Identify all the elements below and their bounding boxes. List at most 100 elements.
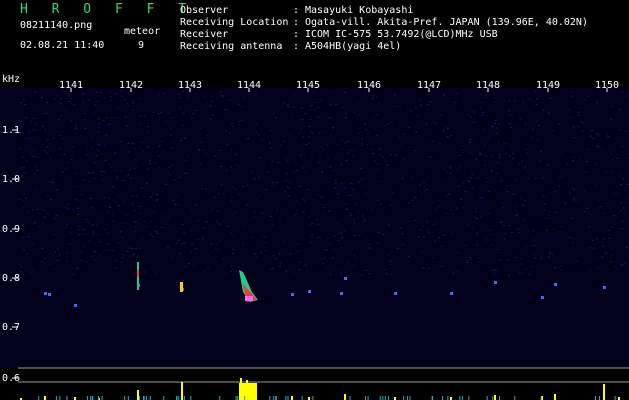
noise-dot xyxy=(308,216,311,218)
noise-dot xyxy=(235,154,238,156)
noise-dot xyxy=(160,226,163,228)
noise-dot xyxy=(450,234,453,236)
noise-dot xyxy=(46,112,49,114)
noise-dot xyxy=(498,141,501,143)
noise-dot xyxy=(522,102,525,104)
noise-dot xyxy=(540,256,543,258)
noise-dot xyxy=(85,261,88,263)
noise-dot xyxy=(77,225,80,227)
noise-dot xyxy=(499,273,502,275)
noise-dot xyxy=(572,126,575,128)
noise-dot xyxy=(528,98,531,100)
meteor-echo xyxy=(180,282,183,292)
noise-dot xyxy=(537,231,540,233)
noise-dot xyxy=(572,156,575,158)
noise-dot xyxy=(170,117,173,119)
noise-dot xyxy=(368,243,371,245)
noise-dot xyxy=(19,167,22,169)
noise-dot xyxy=(131,100,134,102)
noise-dot xyxy=(156,232,159,234)
noise-dot xyxy=(510,185,513,187)
noise-dot xyxy=(285,173,288,175)
noise-dot xyxy=(317,161,320,163)
noise-dot xyxy=(357,132,360,134)
noise-dot xyxy=(445,170,448,172)
noise-dot xyxy=(474,178,477,180)
noise-dot xyxy=(157,145,160,147)
noise-dot xyxy=(377,180,380,182)
noise-dot xyxy=(109,207,111,209)
noise-dot xyxy=(625,246,628,248)
noise-dot xyxy=(63,153,66,155)
noise-dot xyxy=(472,111,475,113)
noise-dot xyxy=(195,145,198,147)
noise-dot xyxy=(149,233,152,235)
noise-dot xyxy=(524,125,527,127)
noise-dot xyxy=(20,266,22,268)
noise-dot xyxy=(321,172,324,173)
noise-dot xyxy=(261,140,264,142)
activity-noise xyxy=(91,396,93,400)
noise-dot xyxy=(126,250,129,252)
noise-dot xyxy=(595,183,598,185)
noise-dot xyxy=(31,209,34,211)
noise-dot xyxy=(285,180,288,182)
noise-dot xyxy=(162,151,165,153)
noise-dot xyxy=(105,135,108,136)
minute-label: 1150 xyxy=(595,80,620,91)
noise-dot xyxy=(523,135,526,137)
noise-dot xyxy=(503,238,506,240)
noise-dot xyxy=(283,240,286,242)
noise-dot xyxy=(337,239,340,241)
noise-dot xyxy=(328,117,331,119)
noise-dot xyxy=(543,239,546,241)
noise-dot xyxy=(74,181,77,183)
noise-dot xyxy=(288,181,291,183)
noise-dot xyxy=(135,247,138,249)
noise-dot xyxy=(52,181,54,182)
noise-dot xyxy=(279,266,281,268)
noise-dot xyxy=(102,179,105,181)
noise-dot xyxy=(390,161,393,163)
noise-dot xyxy=(364,93,367,95)
noise-dot xyxy=(106,232,109,234)
noise-dot xyxy=(40,261,43,263)
noise-dot xyxy=(346,203,349,205)
noise-dot xyxy=(252,263,255,265)
noise-dot xyxy=(83,245,86,247)
noise-dot xyxy=(272,224,275,226)
noise-dot xyxy=(620,172,623,174)
noise-dot xyxy=(73,198,76,200)
noise-dot xyxy=(446,231,449,233)
noise-dot xyxy=(225,109,228,111)
noise-dot xyxy=(610,248,613,250)
noise-dot xyxy=(279,254,282,256)
noise-dot xyxy=(279,143,282,145)
noise-dot xyxy=(108,124,111,125)
activity-noise xyxy=(367,396,369,400)
noise-dot xyxy=(117,107,120,109)
noise-dot xyxy=(485,177,488,179)
noise-dot xyxy=(361,185,364,187)
noise-dot xyxy=(298,132,301,134)
noise-dot xyxy=(496,252,499,254)
noise-dot xyxy=(431,261,434,263)
noise-dot xyxy=(548,211,551,213)
minute-label: 1148 xyxy=(476,80,501,91)
noise-dot xyxy=(97,131,99,133)
noise-dot xyxy=(188,169,191,171)
noise-dot xyxy=(322,207,325,209)
noise-dot xyxy=(368,273,371,274)
noise-dot xyxy=(329,274,331,276)
noise-dot xyxy=(480,107,482,109)
noise-dot xyxy=(421,250,424,252)
noise-dot xyxy=(304,113,307,115)
noise-dot xyxy=(477,177,480,179)
noise-dot xyxy=(58,254,61,256)
noise-dot xyxy=(231,149,233,151)
noise-dot xyxy=(365,129,368,131)
noise-dot xyxy=(388,215,391,217)
noise-dot xyxy=(76,214,79,215)
noise-dot xyxy=(353,218,355,220)
noise-dot xyxy=(111,167,113,168)
